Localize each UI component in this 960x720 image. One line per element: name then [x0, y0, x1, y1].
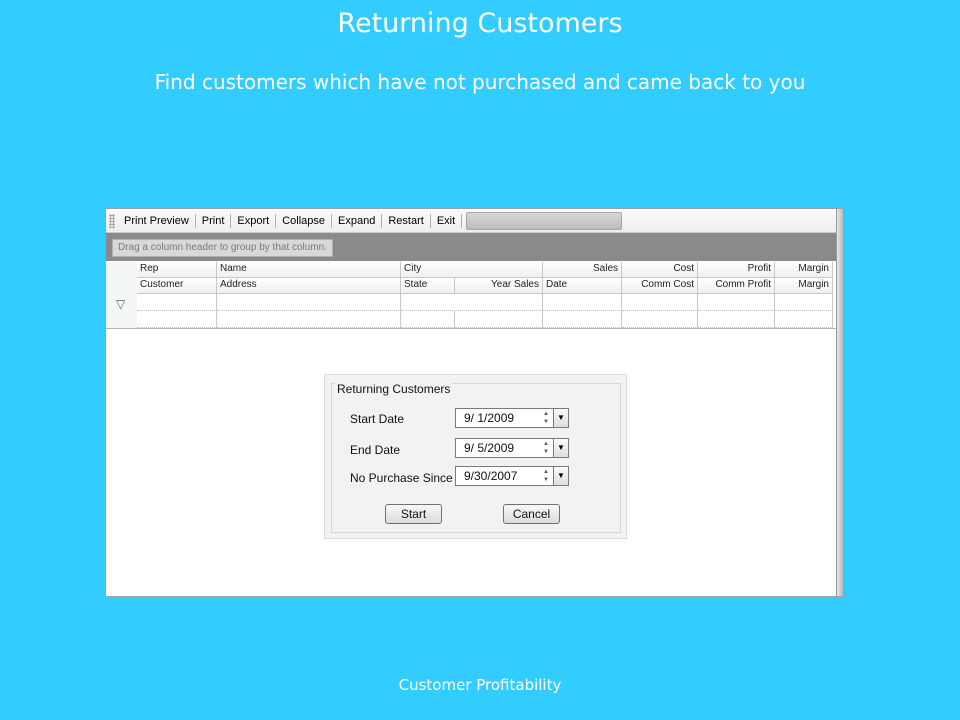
groupbox-title: Returning Customers [335, 382, 453, 396]
start-date-label: Start Date [350, 412, 405, 426]
filter-cell[interactable] [401, 311, 455, 328]
no-purchase-since-picker[interactable]: 9/30/2007 ▲ ▼ ▼ [455, 466, 569, 486]
column-header-rep[interactable]: Rep [137, 262, 217, 278]
dropdown-arrow-icon[interactable]: ▼ [553, 409, 568, 427]
slide-subtitle: Find customers which have not purchased … [154, 70, 806, 94]
toolbar: Print Preview Print Export Collapse Expa… [106, 209, 843, 233]
filter-cell[interactable] [137, 311, 217, 328]
no-purchase-since-label: No Purchase Since [350, 471, 453, 485]
app-window: Print Preview Print Export Collapse Expa… [105, 208, 844, 597]
dropdown-arrow-icon[interactable]: ▼ [553, 467, 568, 485]
end-date-picker[interactable]: 9/ 5/2009 ▲ ▼ ▼ [455, 438, 569, 458]
filter-cell[interactable] [401, 294, 543, 311]
slide-title: Returning Customers [337, 8, 623, 39]
start-date-value: 9/ 1/2009 [464, 411, 515, 425]
cancel-button[interactable]: Cancel [503, 504, 560, 524]
toolbar-separator [461, 213, 463, 228]
returning-customers-groupbox: Returning Customers Start Date 9/ 1/2009… [331, 382, 621, 533]
data-grid: ▽ Rep Name City Sales Cost Profit Margin… [106, 262, 836, 328]
column-header-customer[interactable]: Customer [137, 278, 217, 294]
expand-button[interactable]: Expand [332, 215, 381, 227]
funnel-icon[interactable]: ▽ [116, 298, 128, 310]
returning-customers-dialog: Returning Customers Start Date 9/ 1/2009… [324, 374, 627, 539]
spin-icon[interactable]: ▲ ▼ [540, 440, 552, 456]
column-header-profit[interactable]: Profit [698, 262, 775, 278]
column-header-state[interactable]: State [401, 278, 455, 294]
column-header-city[interactable]: City [401, 262, 543, 278]
collapse-button[interactable]: Collapse [276, 215, 331, 227]
spin-icon[interactable]: ▲ ▼ [540, 468, 552, 484]
no-purchase-since-value: 9/30/2007 [464, 469, 518, 483]
end-date-value: 9/ 5/2009 [464, 441, 515, 455]
column-header-comm-profit[interactable]: Comm Profit [698, 278, 775, 294]
filter-cell[interactable] [622, 311, 698, 328]
start-date-picker[interactable]: 9/ 1/2009 ▲ ▼ ▼ [455, 408, 569, 428]
start-button[interactable]: Start [385, 504, 442, 524]
filter-cell[interactable] [217, 294, 401, 311]
restart-button[interactable]: Restart [382, 215, 429, 227]
column-header-margin[interactable]: Margin [775, 262, 833, 278]
toolbar-search-field[interactable] [466, 211, 623, 230]
export-button[interactable]: Export [231, 215, 275, 227]
filter-cell[interactable] [775, 311, 833, 328]
dropdown-arrow-icon[interactable]: ▼ [553, 439, 568, 457]
filter-cell[interactable] [455, 311, 543, 328]
filter-cell[interactable] [775, 294, 833, 311]
print-button[interactable]: Print [196, 215, 231, 227]
filter-cell[interactable] [698, 294, 775, 311]
column-header-name[interactable]: Name [217, 262, 401, 278]
filter-cell[interactable] [622, 294, 698, 311]
filter-cell[interactable] [698, 311, 775, 328]
end-date-label: End Date [350, 443, 401, 457]
row-indicator-column: ▽ [106, 262, 138, 328]
column-header-year-sales[interactable]: Year Sales [455, 278, 543, 294]
toolbar-grip-icon[interactable] [109, 213, 115, 228]
grid-divider [106, 328, 836, 329]
print-preview-button[interactable]: Print Preview [118, 215, 195, 227]
column-header-comm-cost[interactable]: Comm Cost [622, 278, 698, 294]
filter-cell[interactable] [543, 311, 622, 328]
column-header-address[interactable]: Address [217, 278, 401, 294]
column-header-sales[interactable]: Sales [543, 262, 622, 278]
column-header-margin-2[interactable]: Margin [775, 278, 833, 294]
spin-icon[interactable]: ▲ ▼ [540, 410, 552, 426]
filter-cell[interactable] [137, 294, 217, 311]
vertical-scrollbar[interactable] [836, 209, 843, 596]
filter-cell[interactable] [217, 311, 401, 328]
column-header-cost[interactable]: Cost [622, 262, 698, 278]
group-by-panel[interactable]: Drag a column header to group by that co… [106, 233, 836, 261]
slide-footer: Customer Profitability [398, 676, 562, 694]
exit-button[interactable]: Exit [431, 215, 461, 227]
column-header-date[interactable]: Date [543, 278, 622, 294]
filter-cell[interactable] [543, 294, 622, 311]
group-by-hint: Drag a column header to group by that co… [112, 239, 334, 257]
